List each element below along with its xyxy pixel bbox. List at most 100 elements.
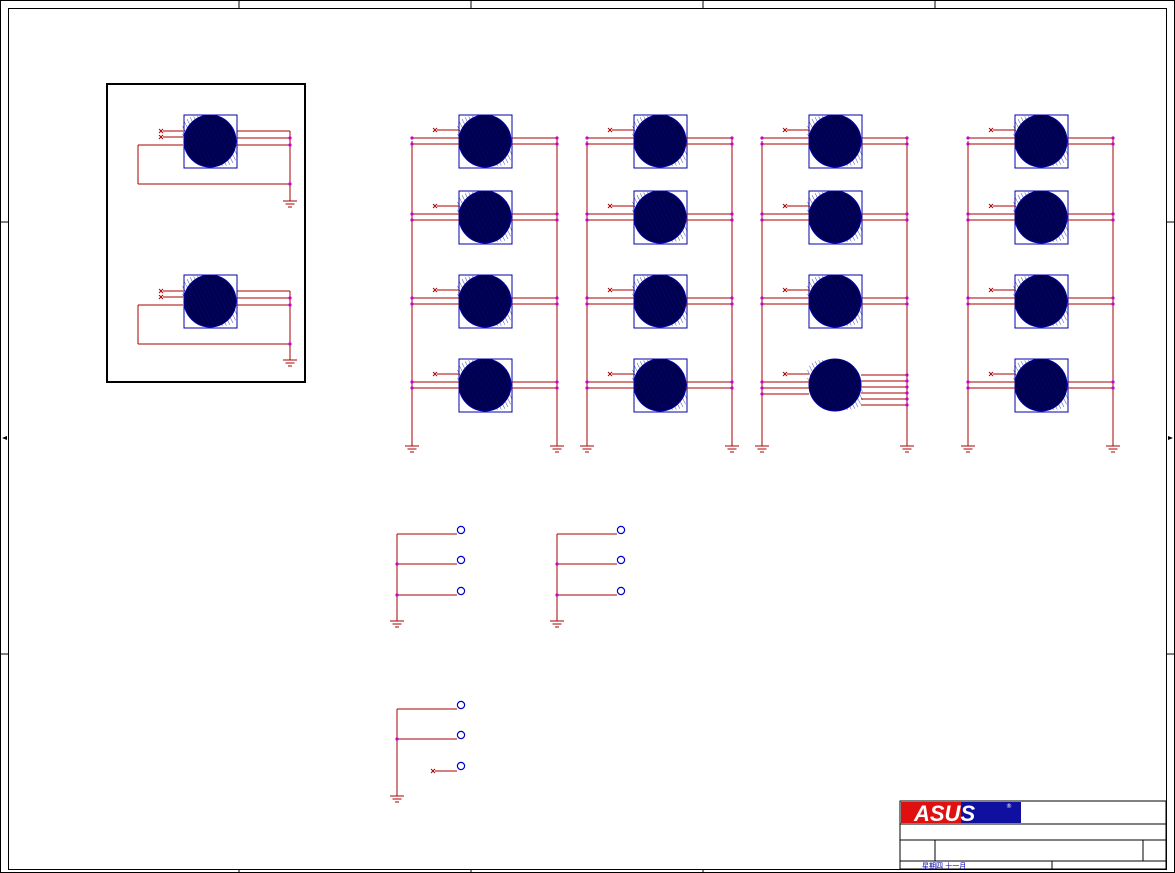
junction-dot bbox=[555, 562, 559, 566]
junction-dot bbox=[1111, 386, 1115, 390]
junction-dot bbox=[966, 386, 970, 390]
junction-dot bbox=[555, 136, 559, 140]
junction-dot bbox=[966, 380, 970, 384]
test-point-group bbox=[550, 525, 626, 628]
no-connect-icon bbox=[432, 127, 438, 133]
no-connect-icon bbox=[782, 203, 788, 209]
no-connect-icon bbox=[607, 371, 613, 377]
junction-dot bbox=[288, 143, 292, 147]
junction-dot bbox=[730, 296, 734, 300]
junction-dot bbox=[410, 212, 414, 216]
mount-hole-icon bbox=[632, 190, 688, 245]
junction-dot bbox=[905, 379, 909, 383]
hole-cell bbox=[966, 274, 1115, 329]
ground-icon bbox=[405, 440, 419, 453]
junction-dot bbox=[760, 218, 764, 222]
registered-mark: ® bbox=[1006, 803, 1012, 810]
test-point-group bbox=[390, 700, 466, 803]
mount-hole-icon bbox=[632, 114, 688, 169]
hole-cell bbox=[410, 274, 559, 329]
junction-dot bbox=[410, 136, 414, 140]
junction-dot bbox=[410, 218, 414, 222]
no-connect-icon bbox=[607, 287, 613, 293]
mount-hole-icon bbox=[807, 274, 863, 329]
junction-dot bbox=[730, 386, 734, 390]
no-connect-icon bbox=[430, 768, 436, 774]
test-point-icon bbox=[555, 555, 626, 566]
junction-dot bbox=[395, 562, 399, 566]
framed-hole bbox=[137, 114, 297, 208]
framed-hole bbox=[137, 274, 297, 367]
junction-dot bbox=[730, 218, 734, 222]
ground-icon bbox=[725, 440, 739, 453]
no-connect-icon bbox=[607, 127, 613, 133]
schematic-sheet: ASUS ® 星期四 十一月 bbox=[0, 0, 1175, 873]
logo-text: ASUS bbox=[913, 801, 975, 826]
title-block: ASUS ® 星期四 十一月 bbox=[899, 800, 1167, 870]
no-connect-icon bbox=[782, 287, 788, 293]
junction-dot bbox=[585, 380, 589, 384]
junction-dot bbox=[1111, 218, 1115, 222]
test-point-icon bbox=[395, 555, 466, 566]
ground-icon bbox=[550, 440, 564, 453]
junction-dot bbox=[585, 218, 589, 222]
junction-dot bbox=[966, 142, 970, 146]
junction-dot bbox=[966, 212, 970, 216]
mount-hole-icon bbox=[807, 358, 863, 412]
schematic-canvas: ASUS ® 星期四 十一月 bbox=[0, 0, 1175, 873]
junction-dot bbox=[760, 302, 764, 306]
junction-dot bbox=[555, 386, 559, 390]
no-connect-icon bbox=[988, 287, 994, 293]
junction-dot bbox=[966, 136, 970, 140]
mount-hole-icon bbox=[457, 114, 513, 169]
junction-dot bbox=[905, 136, 909, 140]
test-point-icon bbox=[557, 525, 626, 535]
no-connect-icon bbox=[158, 128, 164, 134]
hole-cell bbox=[585, 274, 734, 329]
no-connect-icon bbox=[988, 127, 994, 133]
ground-icon bbox=[580, 440, 594, 453]
junction-dot bbox=[905, 212, 909, 216]
junction-dot bbox=[555, 593, 559, 597]
ground-icon bbox=[283, 195, 297, 208]
junction-dot bbox=[1111, 302, 1115, 306]
junction-dot bbox=[585, 296, 589, 300]
junction-dot bbox=[585, 136, 589, 140]
mount-hole-icon bbox=[632, 274, 688, 329]
junction-dot bbox=[585, 142, 589, 146]
ground-icon bbox=[961, 440, 975, 453]
junction-dot bbox=[410, 296, 414, 300]
junction-dot bbox=[760, 386, 764, 390]
hole-cell bbox=[585, 114, 734, 169]
junction-dot bbox=[905, 403, 909, 407]
junction-dot bbox=[760, 380, 764, 384]
junction-dot bbox=[555, 142, 559, 146]
date-label: 星期四 十一月 bbox=[922, 861, 966, 870]
test-point-icon bbox=[397, 700, 466, 710]
mount-hole-icon bbox=[632, 358, 688, 413]
junction-dot bbox=[288, 136, 292, 140]
junction-dot bbox=[288, 182, 292, 186]
junction-dot bbox=[288, 342, 292, 346]
hole-cell bbox=[585, 358, 734, 413]
hole-cell bbox=[760, 190, 909, 245]
junction-dot bbox=[585, 302, 589, 306]
junction-dot bbox=[585, 386, 589, 390]
mount-hole-grid bbox=[405, 114, 1120, 453]
mount-hole-icon bbox=[807, 114, 863, 169]
test-point-icon bbox=[555, 586, 626, 597]
junction-dot bbox=[905, 302, 909, 306]
junction-dot bbox=[555, 212, 559, 216]
junction-dot bbox=[760, 296, 764, 300]
hole-cell bbox=[585, 190, 734, 245]
mount-hole-icon bbox=[182, 114, 238, 169]
hole-cell bbox=[966, 358, 1115, 413]
no-connect-icon bbox=[158, 134, 164, 140]
junction-dot bbox=[555, 302, 559, 306]
junction-dot bbox=[905, 296, 909, 300]
hole-column bbox=[755, 114, 914, 453]
ground-icon bbox=[1106, 440, 1120, 453]
hole-cell bbox=[966, 114, 1115, 169]
framed-hole-group bbox=[137, 114, 297, 367]
test-point-icon bbox=[430, 761, 466, 774]
